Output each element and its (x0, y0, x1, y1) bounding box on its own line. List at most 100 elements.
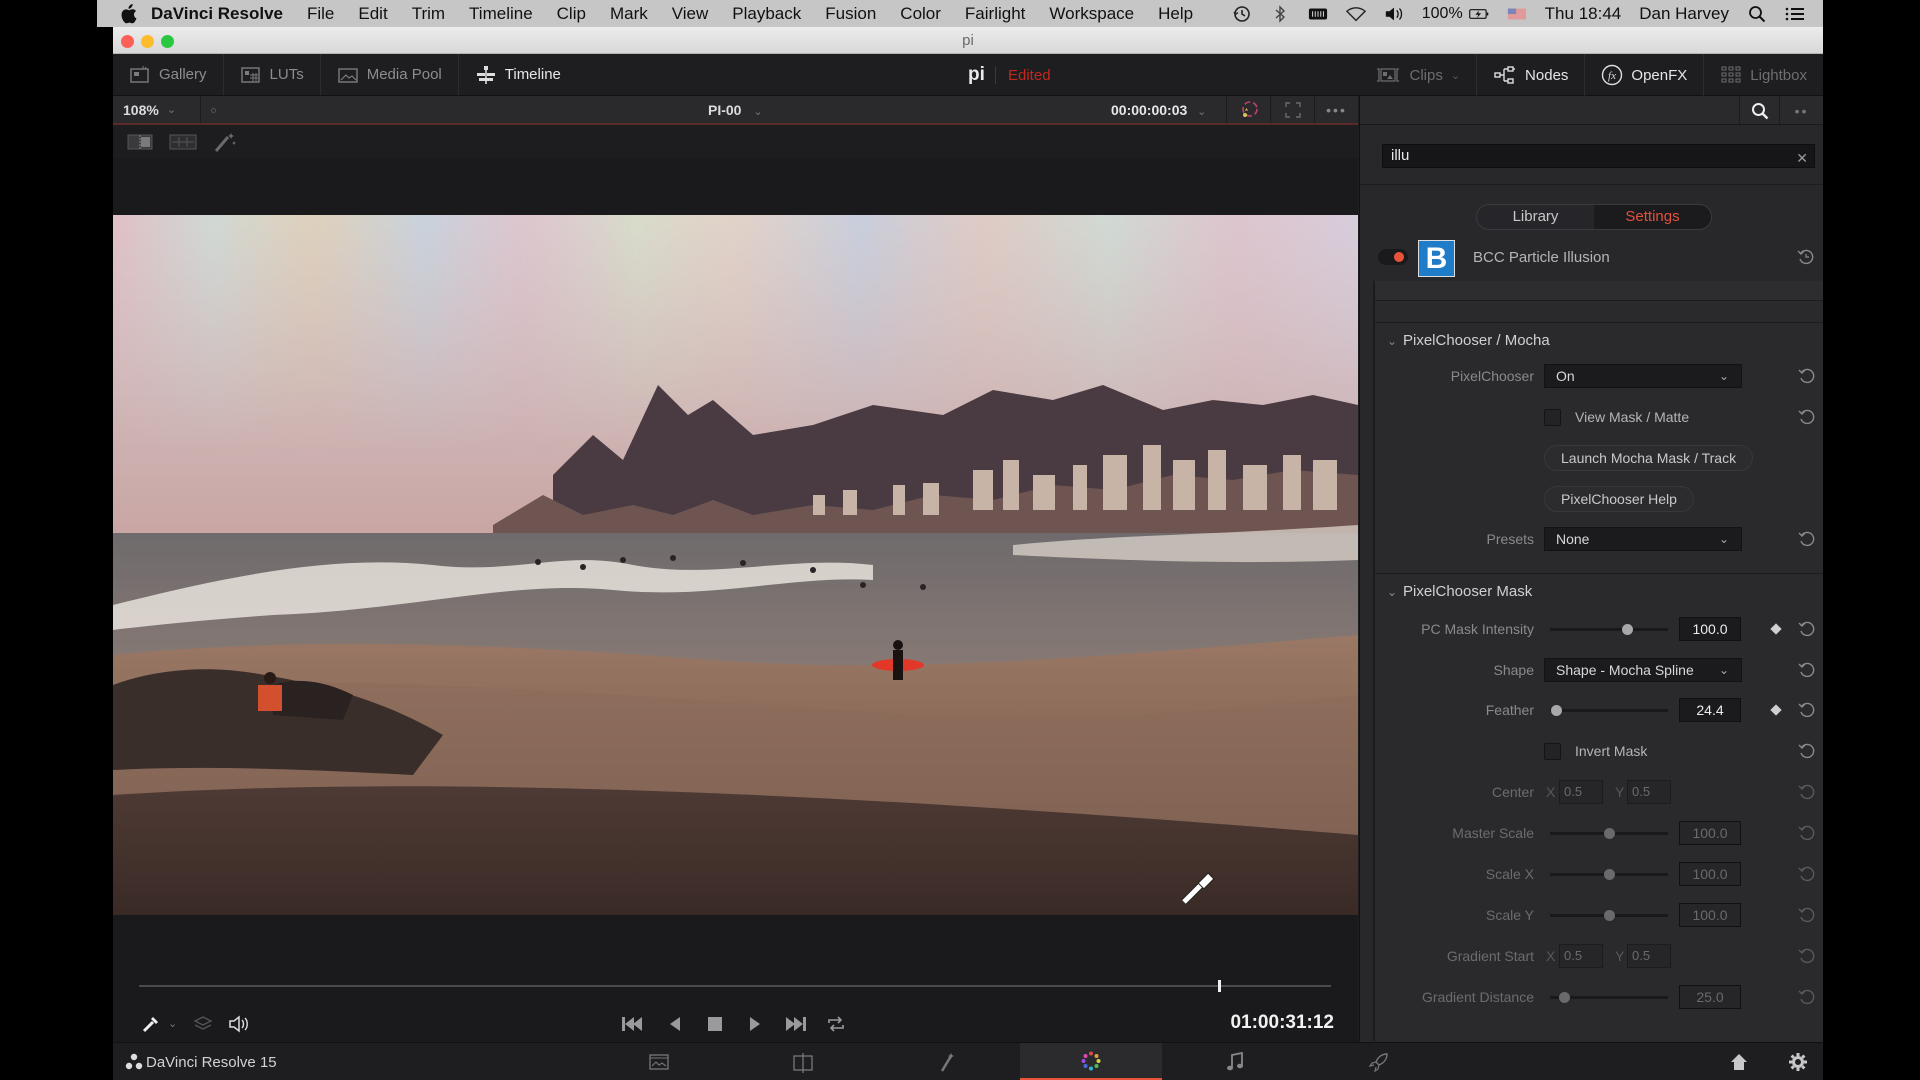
loop-button[interactable] (822, 1012, 850, 1036)
edit-page-button[interactable] (732, 1043, 874, 1080)
fusion-page-button[interactable] (876, 1043, 1018, 1080)
search-toggle-button[interactable] (1739, 96, 1779, 125)
deliver-page-button[interactable] (1308, 1043, 1450, 1080)
panel-options-button[interactable]: •• (1779, 96, 1823, 125)
menu-user[interactable]: Dan Harvey (1639, 4, 1729, 24)
reset-icon[interactable] (1798, 783, 1816, 801)
chevron-down-icon[interactable]: ⌄ (168, 1017, 177, 1030)
menu-color[interactable]: Color (900, 4, 941, 24)
pc-mask-intensity-input[interactable]: 100.0 (1679, 617, 1741, 641)
reset-icon[interactable] (1798, 824, 1816, 842)
slider-knob[interactable] (1550, 705, 1562, 716)
eyedropper-tool[interactable] (137, 1012, 165, 1036)
battery-icon[interactable] (1468, 5, 1489, 23)
nodes-button[interactable]: Nodes (1476, 54, 1584, 96)
stop-button[interactable] (701, 1012, 729, 1036)
flag-icon[interactable] (1507, 5, 1527, 23)
keyframe-icon[interactable] (1770, 704, 1782, 716)
timeline-button[interactable]: Timeline (459, 54, 577, 95)
menu-trim[interactable]: Trim (412, 4, 445, 24)
clips-button[interactable]: Clips ⌄ (1359, 54, 1476, 96)
gradient-start-x-input[interactable]: 0.5 (1559, 944, 1603, 968)
center-x-input[interactable]: 0.5 (1559, 780, 1603, 804)
scale-x-slider[interactable] (1550, 869, 1668, 880)
tab-settings[interactable]: Settings (1594, 205, 1711, 229)
pc-mask-intensity-slider[interactable] (1550, 624, 1668, 635)
menu-file[interactable]: File (307, 4, 334, 24)
slider-knob[interactable] (1559, 992, 1571, 1003)
time-machine-icon[interactable] (1232, 5, 1252, 23)
reset-icon[interactable] (1798, 367, 1816, 385)
go-to-start-button[interactable] (618, 1012, 646, 1036)
gradient-start-y-input[interactable]: 0.5 (1627, 944, 1671, 968)
launch-mocha-button[interactable]: Launch Mocha Mask / Track (1544, 445, 1754, 471)
viewer-options-button[interactable]: ••• (1314, 96, 1358, 123)
apple-icon[interactable] (119, 3, 137, 24)
reset-icon[interactable] (1798, 988, 1816, 1006)
gallery-button[interactable]: Gallery (113, 54, 224, 95)
keyframe-icon[interactable] (1770, 623, 1782, 635)
media-pool-button[interactable]: Media Pool (321, 54, 459, 95)
openfx-button[interactable]: fx OpenFX (1584, 54, 1703, 96)
color-page-button[interactable] (1020, 1043, 1162, 1080)
menu-fairlight[interactable]: Fairlight (965, 4, 1025, 24)
reset-icon[interactable] (1798, 742, 1816, 760)
scrubber-playhead[interactable] (1217, 980, 1221, 992)
volume-icon[interactable] (1384, 5, 1404, 23)
reset-icon[interactable] (1798, 661, 1816, 679)
fullscreen-button[interactable] (1270, 96, 1314, 123)
menu-edit[interactable]: Edit (358, 4, 387, 24)
reset-icon[interactable] (1798, 408, 1816, 426)
menu-playback[interactable]: Playback (732, 4, 801, 24)
menu-timeline[interactable]: Timeline (469, 4, 533, 24)
menu-app-name[interactable]: DaVinci Resolve (151, 4, 283, 24)
feather-slider[interactable] (1550, 705, 1668, 716)
reset-icon[interactable] (1798, 530, 1816, 548)
scale-x-input[interactable]: 100.0 (1679, 862, 1741, 886)
shape-dropdown[interactable]: Shape - Mocha Spline ⌄ (1544, 658, 1742, 682)
gallery-grid-icon[interactable] (169, 133, 197, 151)
scrubber-track[interactable] (139, 985, 1331, 987)
settings-gear-icon[interactable] (1788, 1052, 1808, 1072)
menu-mark[interactable]: Mark (610, 4, 648, 24)
section-pixelchooser-mask[interactable]: ⌄ PixelChooser Mask (1375, 573, 1823, 609)
split-screen-icon[interactable] (127, 133, 153, 151)
scale-y-slider[interactable] (1550, 910, 1668, 921)
play-reverse-button[interactable] (661, 1012, 689, 1036)
luts-button[interactable]: LUTs (224, 54, 321, 95)
media-page-button[interactable] (588, 1043, 730, 1080)
feather-input[interactable]: 24.4 (1679, 698, 1741, 722)
clear-search-icon[interactable]: ✕ (1796, 147, 1808, 169)
layers-button[interactable] (189, 1012, 217, 1036)
center-y-input[interactable]: 0.5 (1627, 780, 1671, 804)
menu-fusion[interactable]: Fusion (825, 4, 876, 24)
master-scale-input[interactable]: 100.0 (1679, 821, 1741, 845)
wifi-icon[interactable] (1345, 5, 1366, 23)
slider-knob[interactable] (1621, 624, 1633, 635)
home-icon[interactable] (1729, 1052, 1749, 1072)
video-frame[interactable] (113, 215, 1358, 915)
tab-library[interactable]: Library (1477, 205, 1594, 229)
play-button[interactable] (741, 1012, 769, 1036)
slider-knob[interactable] (1604, 828, 1615, 839)
master-scale-slider[interactable] (1550, 828, 1668, 839)
presets-dropdown[interactable]: None ⌄ (1544, 527, 1742, 551)
go-to-end-button[interactable] (782, 1012, 810, 1036)
effect-enable-toggle[interactable] (1378, 249, 1408, 265)
gradient-distance-input[interactable]: 25.0 (1679, 985, 1741, 1009)
reset-icon[interactable] (1798, 906, 1816, 924)
openfx-search-input[interactable]: illu ✕ (1382, 144, 1815, 168)
audio-button[interactable] (225, 1012, 253, 1036)
reset-icon[interactable] (1797, 248, 1815, 266)
scale-y-input[interactable]: 100.0 (1679, 903, 1741, 927)
slider-knob[interactable] (1604, 910, 1615, 921)
menu-clip[interactable]: Clip (557, 4, 586, 24)
magic-wand-icon[interactable] (213, 131, 237, 153)
menu-workspace[interactable]: Workspace (1049, 4, 1134, 24)
reset-icon[interactable] (1798, 865, 1816, 883)
slider-knob[interactable] (1604, 869, 1615, 880)
battery-meter-icon[interactable] (1308, 5, 1328, 23)
section-pixelchooser-mocha[interactable]: ⌄ PixelChooser / Mocha (1375, 322, 1823, 358)
spotlight-icon[interactable] (1747, 5, 1767, 23)
clip-name-dropdown[interactable]: PI-00 ⌄ (708, 102, 763, 118)
